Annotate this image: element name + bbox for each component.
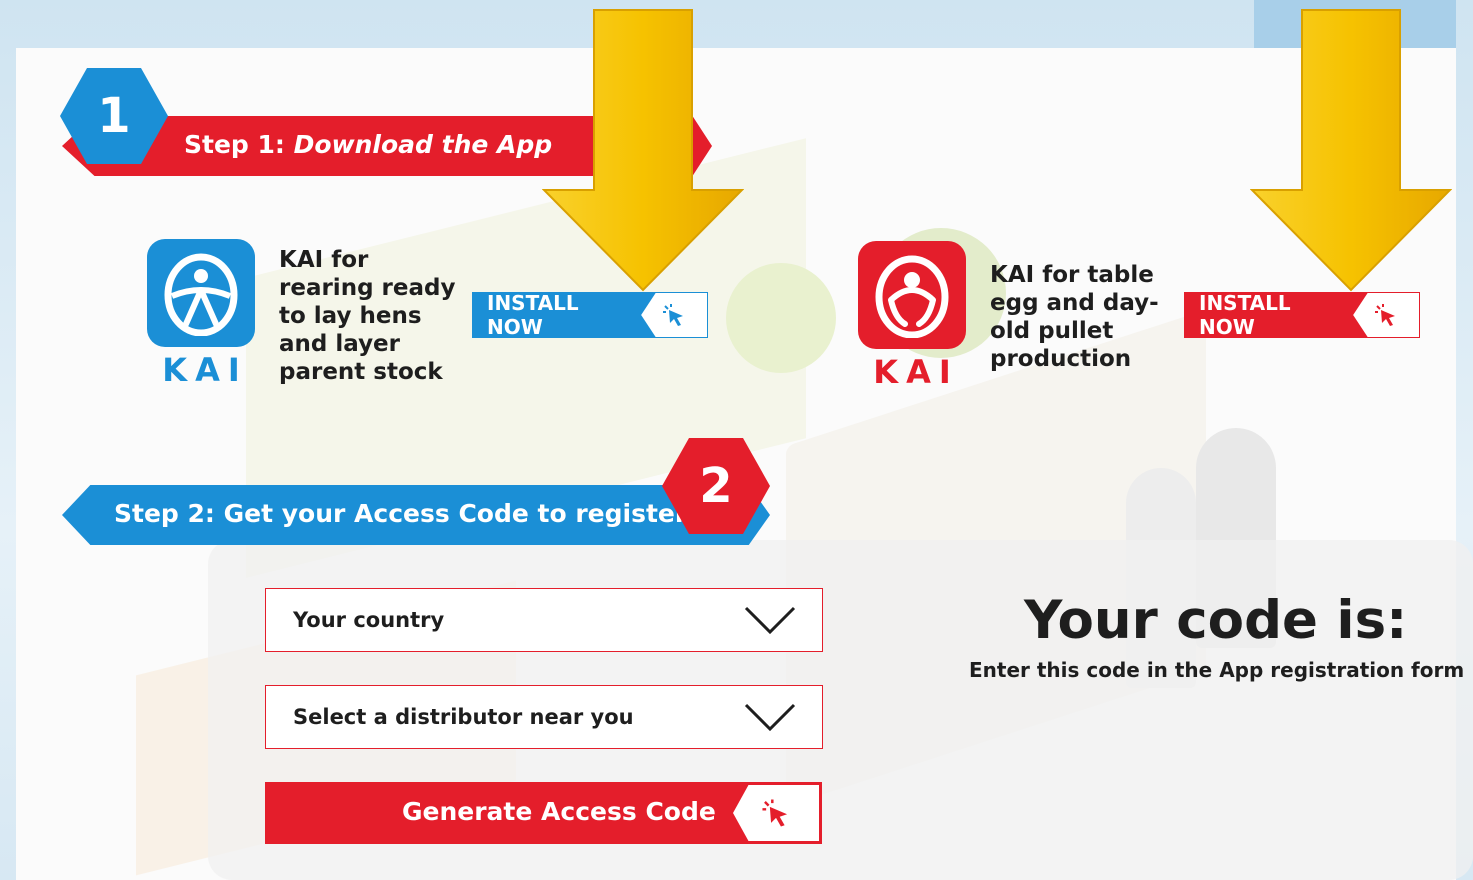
country-select-value: Your country — [293, 608, 445, 632]
down-arrow-icon — [1250, 9, 1452, 292]
desc-line: rearing ready — [279, 275, 456, 301]
step2-title: Step 2: Get your Access Code to register — [114, 499, 688, 528]
distributor-select-value: Select a distributor near you — [293, 705, 634, 729]
cursor-click-icon — [733, 785, 819, 841]
step1-number: 1 — [97, 88, 131, 144]
install-label: INSTALL NOW — [487, 291, 579, 339]
app-description: KAI for rearing ready to lay hens and la… — [279, 246, 455, 386]
kai-blue-logo: KAI — [147, 239, 255, 389]
logo-caption: KAI — [162, 351, 248, 389]
generate-label: Generate Access Code — [402, 797, 716, 826]
desc-line: KAI for table — [990, 262, 1154, 288]
desc-line: to lay hens — [279, 303, 422, 329]
generate-access-code-button[interactable]: Generate Access Code — [265, 782, 822, 844]
install-label: INSTALL NOW — [1199, 291, 1291, 339]
desc-line: production — [990, 346, 1132, 372]
chevron-down-icon — [744, 703, 796, 732]
cursor-click-icon — [641, 293, 707, 337]
code-title: Your code is: — [1024, 590, 1408, 651]
step1-title-text: Download the App — [293, 130, 553, 159]
app-description: KAI for table egg and day- old pullet pr… — [990, 261, 1159, 373]
logo-caption: KAI — [873, 353, 959, 391]
cursor-click-icon — [1353, 293, 1419, 337]
distributor-select[interactable]: Select a distributor near you — [265, 685, 823, 749]
kai-person-icon — [858, 241, 966, 349]
code-subtitle: Enter this code in the App registration … — [969, 658, 1465, 682]
country-select[interactable]: Your country — [265, 588, 823, 652]
chevron-down-icon — [744, 606, 796, 635]
kai-person-icon — [147, 239, 255, 347]
install-now-button-table-egg[interactable]: INSTALL NOW — [1184, 291, 1420, 339]
desc-line: egg and day- — [990, 290, 1159, 316]
down-arrow-icon — [542, 9, 744, 292]
desc-line: old pullet — [990, 318, 1114, 344]
step1-title: Step 1: Download the App — [184, 130, 552, 159]
step1-prefix: Step 1: — [184, 130, 294, 159]
desc-line: KAI for — [279, 247, 369, 273]
install-now-button-rearing[interactable]: INSTALL NOW — [472, 291, 708, 339]
desc-line: parent stock — [279, 359, 443, 385]
desc-line: and layer — [279, 331, 400, 357]
step2-number: 2 — [699, 458, 733, 514]
kai-red-logo: KAI — [858, 241, 966, 391]
